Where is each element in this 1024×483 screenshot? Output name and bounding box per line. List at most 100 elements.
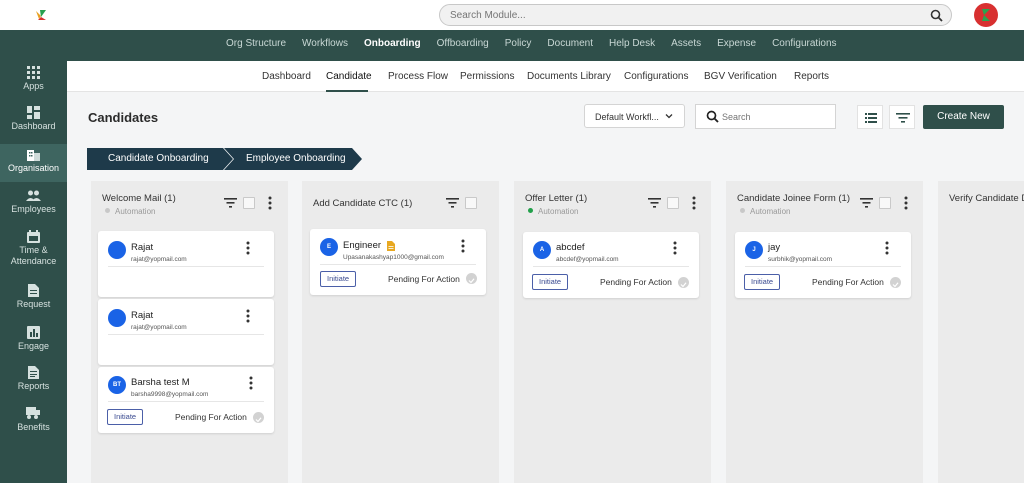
main-nav-configurations[interactable]: Configurations bbox=[772, 38, 836, 49]
check-circle-icon bbox=[678, 277, 689, 288]
list-view-button[interactable] bbox=[857, 105, 883, 129]
app-logo-icon[interactable] bbox=[34, 8, 48, 22]
filter-icon bbox=[896, 113, 910, 123]
sidebar-item-label: Benefits bbox=[17, 422, 50, 432]
candidate-card[interactable]: Rajat rajat@yopmail.com bbox=[98, 231, 274, 297]
sidebar-item-engage[interactable]: Engage bbox=[0, 326, 67, 360]
filter-icon[interactable] bbox=[446, 198, 459, 208]
tab-candidate[interactable]: Candidate bbox=[326, 71, 372, 82]
kanban-column-add-candidate-ctc: Add Candidate CTC (1) E Engineer Upasana… bbox=[302, 181, 499, 483]
main-nav-offboarding[interactable]: Offboarding bbox=[437, 38, 489, 49]
document-icon bbox=[387, 241, 395, 251]
column-select-checkbox[interactable] bbox=[879, 197, 891, 209]
sidebar: Apps Dashboard Organisation Employees Ti… bbox=[0, 60, 67, 483]
column-title: Verify Candidate D bbox=[949, 193, 1024, 204]
main-nav-assets[interactable]: Assets bbox=[671, 38, 701, 49]
more-vertical-icon[interactable] bbox=[268, 196, 272, 210]
column-subtitle: Automation bbox=[115, 207, 156, 216]
candidate-search[interactable] bbox=[695, 104, 836, 129]
candidate-card[interactable]: A abcdef abcdef@yopmail.com Initiate Pen… bbox=[523, 232, 699, 298]
sidebar-item-employees[interactable]: Employees bbox=[0, 190, 67, 224]
tab-reports[interactable]: Reports bbox=[794, 71, 829, 82]
candidate-card[interactable]: Rajat rajat@yopmail.com bbox=[98, 299, 274, 365]
initiate-button[interactable]: Initiate bbox=[107, 409, 144, 425]
candidate-name: abcdef bbox=[556, 242, 585, 253]
module-search[interactable] bbox=[439, 4, 952, 26]
check-circle-icon bbox=[466, 273, 477, 284]
search-icon bbox=[706, 110, 719, 123]
building-icon bbox=[27, 150, 40, 161]
tab-configurations[interactable]: Configurations bbox=[624, 71, 688, 82]
create-new-button[interactable]: Create New bbox=[923, 105, 1004, 129]
sidebar-item-benefits[interactable]: Benefits bbox=[0, 407, 67, 441]
candidate-card[interactable]: BT Barsha test M barsha9998@yopmail.com … bbox=[98, 367, 274, 433]
main-nav-onboarding[interactable]: Onboarding bbox=[364, 38, 421, 49]
candidate-card[interactable]: E Engineer Upasanakashyap1000@gmail.com … bbox=[310, 229, 486, 295]
card-divider bbox=[108, 266, 264, 267]
more-vertical-icon[interactable] bbox=[885, 241, 889, 255]
benefits-icon bbox=[26, 407, 40, 419]
status-dot bbox=[105, 208, 110, 213]
main-nav-help-desk[interactable]: Help Desk bbox=[609, 38, 655, 49]
module-search-input[interactable] bbox=[450, 7, 920, 24]
page-title: Candidates bbox=[88, 110, 159, 125]
more-vertical-icon[interactable] bbox=[246, 241, 250, 255]
sidebar-item-organisation[interactable]: Organisation bbox=[0, 144, 67, 182]
sidebar-item-dashboard[interactable]: Dashboard bbox=[0, 106, 67, 140]
initiate-button[interactable]: Initiate bbox=[532, 274, 569, 290]
candidate-card[interactable]: J jay surbhik@yopmail.com Initiate Pendi… bbox=[735, 232, 911, 298]
tab-documents-library[interactable]: Documents Library bbox=[527, 71, 611, 82]
column-select-checkbox[interactable] bbox=[243, 197, 255, 209]
more-vertical-icon[interactable] bbox=[673, 241, 677, 255]
more-vertical-icon[interactable] bbox=[246, 309, 250, 323]
calendar-icon bbox=[27, 230, 40, 243]
more-vertical-icon[interactable] bbox=[249, 376, 253, 390]
tab-dashboard[interactable]: Dashboard bbox=[262, 71, 311, 82]
sidebar-item-label: Employees bbox=[11, 204, 56, 214]
main-nav: Org Structure Workflows Onboarding Offbo… bbox=[226, 38, 853, 49]
filter-button[interactable] bbox=[889, 105, 915, 129]
candidate-name: Rajat bbox=[131, 242, 154, 253]
sidebar-item-apps[interactable]: Apps bbox=[0, 66, 67, 100]
stage-tab-label: Employee Onboarding bbox=[246, 153, 346, 164]
initiate-button[interactable]: Initiate bbox=[320, 271, 357, 287]
filter-icon[interactable] bbox=[860, 198, 873, 208]
card-divider bbox=[533, 266, 689, 267]
kanban-column-offer-letter: Offer Letter (1) Automation A abcdef abc… bbox=[514, 181, 711, 483]
tab-permissions[interactable]: Permissions bbox=[460, 71, 514, 82]
more-vertical-icon[interactable] bbox=[461, 239, 465, 253]
more-vertical-icon[interactable] bbox=[692, 196, 696, 210]
candidate-search-input[interactable] bbox=[722, 110, 822, 124]
stage-tab-candidate-onboarding[interactable]: Candidate Onboarding bbox=[87, 148, 233, 170]
chevron-down-icon bbox=[665, 114, 673, 119]
stage-tab-employee-onboarding[interactable]: Employee Onboarding bbox=[224, 148, 362, 170]
tab-bgv-verification[interactable]: BGV Verification bbox=[704, 71, 777, 82]
main-nav-workflows[interactable]: Workflows bbox=[302, 38, 348, 49]
column-select-checkbox[interactable] bbox=[465, 197, 477, 209]
candidate-email: abcdef@yopmail.com bbox=[556, 256, 619, 263]
main-nav-document[interactable]: Document bbox=[547, 38, 593, 49]
user-avatar[interactable] bbox=[974, 3, 998, 27]
filter-icon[interactable] bbox=[224, 198, 237, 208]
document-icon bbox=[28, 284, 39, 297]
main-nav-expense[interactable]: Expense bbox=[717, 38, 756, 49]
sidebar-item-label: Time & Attendance bbox=[10, 245, 57, 266]
check-circle-icon bbox=[890, 277, 901, 288]
sidebar-item-label: Engage bbox=[17, 341, 50, 351]
column-title: Welcome Mail (1) bbox=[102, 193, 176, 204]
search-icon[interactable] bbox=[930, 9, 943, 22]
sidebar-item-request[interactable]: Request bbox=[0, 284, 67, 318]
check-circle-icon bbox=[253, 412, 264, 423]
main-nav-policy[interactable]: Policy bbox=[505, 38, 532, 49]
column-select-checkbox[interactable] bbox=[667, 197, 679, 209]
filter-icon[interactable] bbox=[648, 198, 661, 208]
workflow-select[interactable]: Default Workfl... bbox=[584, 104, 685, 128]
sidebar-item-time-attendance[interactable]: Time & Attendance bbox=[0, 230, 67, 276]
main-nav-org-structure[interactable]: Org Structure bbox=[226, 38, 286, 49]
initiate-button[interactable]: Initiate bbox=[744, 274, 781, 290]
candidate-name: jay bbox=[768, 242, 781, 253]
candidate-name: Rajat bbox=[131, 310, 154, 321]
tab-process-flow[interactable]: Process Flow bbox=[388, 71, 448, 82]
more-vertical-icon[interactable] bbox=[904, 196, 908, 210]
sidebar-item-reports[interactable]: Reports bbox=[0, 366, 67, 400]
